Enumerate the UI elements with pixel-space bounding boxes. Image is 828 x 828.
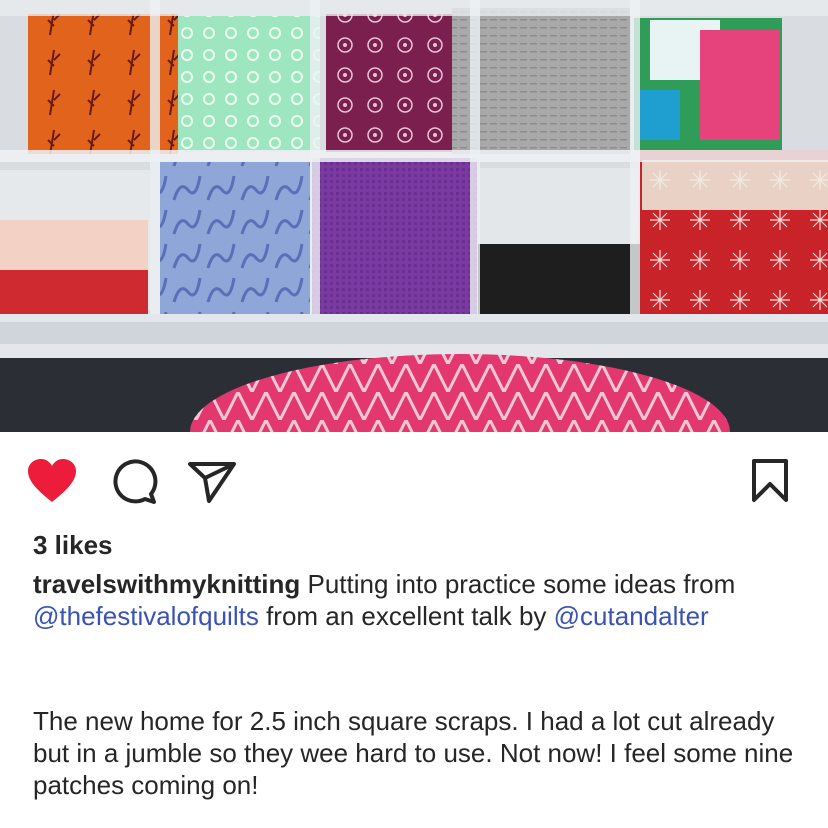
post-caption: travelswithmyknitting Putting into pract… <box>33 568 803 632</box>
caption-text: from an excellent talk by <box>258 601 554 631</box>
likes-count[interactable]: 3 likes <box>33 530 113 561</box>
post-photo[interactable] <box>0 0 828 432</box>
mention-link[interactable]: @cutandalter <box>554 601 709 631</box>
caption-text: Putting into practice some ideas from <box>300 569 736 599</box>
caption-username[interactable]: travelswithmyknitting <box>33 569 300 599</box>
comment-icon[interactable] <box>110 458 158 506</box>
action-bar <box>0 432 828 522</box>
mention-link[interactable]: @thefestivalofquilts <box>33 601 259 631</box>
send-icon[interactable] <box>187 460 237 504</box>
post-photo-image <box>0 0 828 432</box>
caption-body: The new home for 2.5 inch square scraps.… <box>33 706 794 800</box>
heart-icon[interactable] <box>27 458 77 504</box>
bookmark-icon[interactable] <box>750 458 790 504</box>
